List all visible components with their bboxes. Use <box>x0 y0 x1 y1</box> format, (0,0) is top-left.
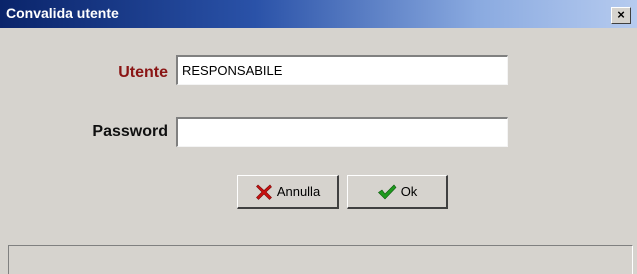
user-label: Utente <box>118 64 168 81</box>
ok-button[interactable]: Ok <box>347 175 448 209</box>
password-input[interactable] <box>176 117 508 147</box>
close-icon: × <box>617 7 625 22</box>
user-input[interactable] <box>176 55 508 85</box>
close-button[interactable]: × <box>611 7 631 24</box>
ok-label: Ok <box>400 184 418 199</box>
password-label: Password <box>92 123 168 140</box>
login-dialog: Convalida utente × Utente Password Annul… <box>0 0 637 274</box>
x-cross-icon <box>255 183 273 201</box>
checkmark-icon <box>377 183 397 201</box>
cancel-button[interactable]: Annulla <box>237 175 339 209</box>
status-bar <box>8 245 633 274</box>
window-title: Convalida utente <box>6 5 119 21</box>
cancel-label: Annulla <box>276 184 321 199</box>
title-bar[interactable]: Convalida utente × <box>0 0 637 28</box>
